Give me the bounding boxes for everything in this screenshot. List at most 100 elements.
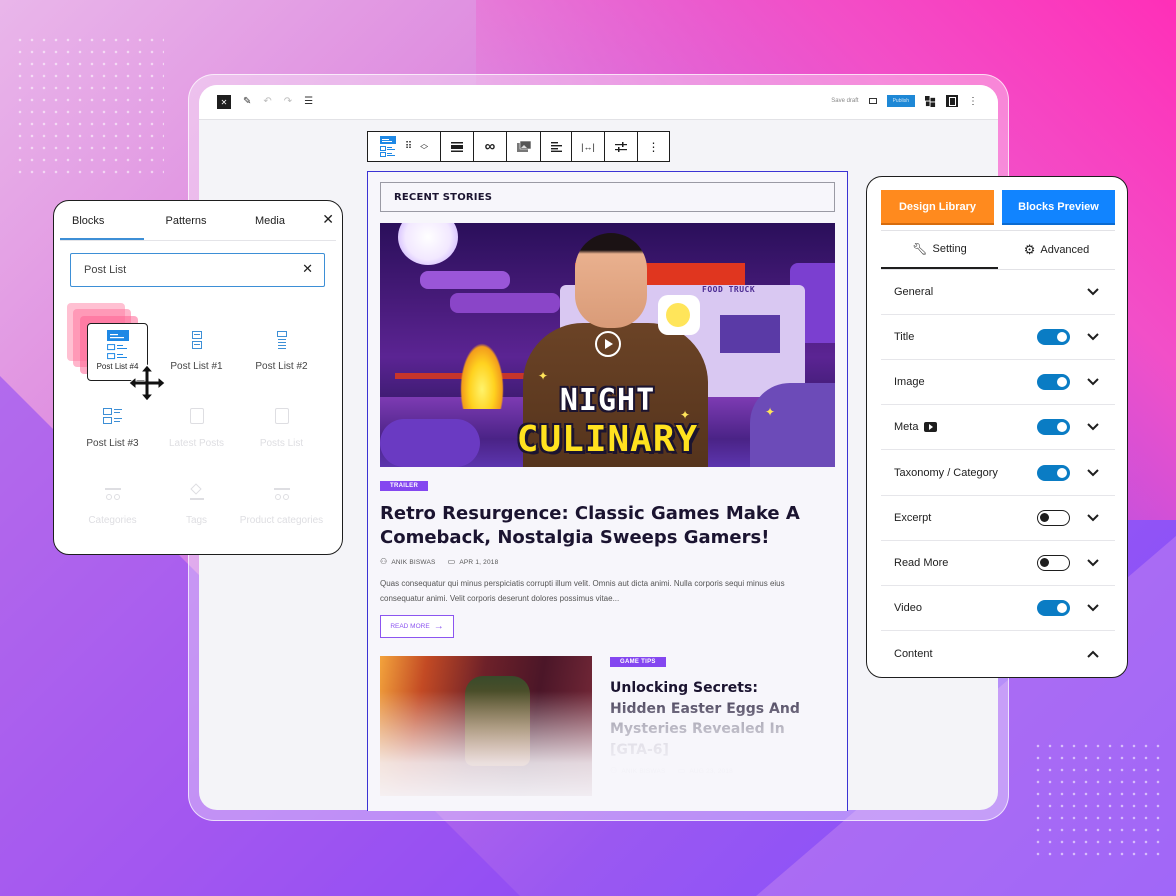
design-library-button[interactable]: Design Library	[881, 190, 994, 225]
post-title[interactable]: Retro Resurgence: Classic Games Make A C…	[380, 502, 820, 550]
block-item-tags[interactable]: Tags	[154, 483, 239, 526]
settings-row-general[interactable]: General	[881, 270, 1115, 315]
block-type-group: ⠿ ︿ ﹀	[368, 132, 441, 161]
user-icon: ⚇	[380, 557, 388, 566]
settings-row-excerpt[interactable]: Excerpt	[881, 496, 1115, 541]
move-cursor-icon	[128, 364, 166, 402]
chevron-down-icon[interactable]	[1085, 555, 1101, 571]
settings-row-video[interactable]: Video	[881, 586, 1115, 631]
block-item-post-list-1[interactable]: Post List #1	[154, 329, 239, 372]
chevron-up-icon[interactable]	[1085, 646, 1101, 662]
tab-media[interactable]: Media	[228, 201, 312, 240]
drag-handle-icon[interactable]: ⠿	[405, 141, 412, 152]
tab-advanced[interactable]: ⚙ Advanced	[998, 231, 1115, 269]
chevron-down-icon[interactable]	[1085, 374, 1101, 390]
play-video-icon[interactable]	[595, 331, 621, 357]
block-editor-logo-icon[interactable]	[925, 95, 936, 107]
post-date: ▭ APR 1, 2018	[447, 557, 499, 566]
block-item-product-categories[interactable]: Product categories	[239, 483, 324, 526]
image-title-night: NIGHT	[559, 383, 656, 418]
settings-row-taxonomy[interactable]: Taxonomy / Category	[881, 451, 1115, 496]
chevron-down-icon[interactable]	[1085, 329, 1101, 345]
excerpt-toggle[interactable]	[1037, 510, 1070, 526]
arrow-right-icon: →	[433, 621, 444, 632]
edit-pen-icon[interactable]: ✎	[243, 95, 251, 109]
decorative-dots	[14, 34, 164, 174]
moon-illustration	[398, 223, 458, 265]
publish-button[interactable]: Publish	[886, 95, 915, 107]
chevron-down-icon[interactable]	[1085, 600, 1101, 616]
block-item-categories[interactable]: Categories	[70, 483, 155, 526]
undo-icon[interactable]: ↶	[263, 95, 271, 109]
image-icon[interactable]	[507, 132, 541, 161]
post-author[interactable]: ⚇ANIK BISWAS	[380, 557, 436, 566]
wrench-icon: 🔧︎	[912, 242, 928, 256]
link-icon[interactable]: ∞	[474, 132, 507, 161]
align-full-icon[interactable]	[441, 132, 474, 161]
taxonomy-toggle[interactable]	[1037, 465, 1070, 481]
block-settings-panel: Design Library Blocks Preview 🔧︎ Setting…	[866, 176, 1128, 678]
featured-post-image[interactable]: FOOD TRUCK ✦ ✦ ✦ NIGHT CULINARY	[380, 223, 835, 467]
chevron-down-icon[interactable]	[1085, 510, 1101, 526]
settings-sidebar-icon[interactable]	[946, 95, 958, 107]
block-search-input[interactable]: Post List ✕	[70, 253, 325, 287]
wordpress-logo-icon[interactable]: ✕	[217, 95, 231, 109]
sparkle-icon: ✦	[538, 369, 549, 383]
video-tutorial-icon[interactable]	[924, 422, 938, 432]
truck-window	[720, 315, 780, 353]
posts-list-icon	[270, 406, 294, 430]
more-options-icon[interactable]: ⋮	[638, 132, 669, 161]
product-categories-icon	[270, 483, 294, 507]
video-toggle[interactable]	[1037, 600, 1070, 616]
chevron-down-icon[interactable]	[1085, 284, 1101, 300]
tab-blocks[interactable]: Blocks	[60, 201, 144, 240]
settings-sliders-icon[interactable]	[605, 132, 638, 161]
categories-icon	[101, 483, 125, 507]
cloud-illustration	[420, 271, 510, 289]
block-item-post-list-3[interactable]: Post List #3	[70, 406, 155, 449]
title-toggle[interactable]	[1037, 329, 1070, 345]
block-item-post-list-2[interactable]: Post List #2	[239, 329, 324, 372]
post-list-2-icon	[270, 329, 294, 353]
block-item-posts-list[interactable]: Posts List	[239, 406, 324, 449]
settings-row-image[interactable]: Image	[881, 360, 1115, 405]
text-align-icon[interactable]	[541, 132, 572, 161]
block-item-latest-posts[interactable]: Latest Posts	[154, 406, 239, 449]
category-badge[interactable]: TRAILER	[380, 481, 429, 491]
close-icon[interactable]: ✕	[322, 211, 334, 228]
chevron-down-icon[interactable]	[1085, 465, 1101, 481]
read-more-toggle[interactable]	[1037, 555, 1070, 571]
tab-setting[interactable]: 🔧︎ Setting	[881, 231, 998, 269]
tab-patterns[interactable]: Patterns	[144, 201, 228, 240]
settings-row-title[interactable]: Title	[881, 315, 1115, 360]
settings-row-meta[interactable]: Meta	[881, 405, 1115, 450]
width-icon[interactable]: |↔|	[572, 132, 605, 161]
section-heading[interactable]: RECENT STORIES	[380, 182, 835, 212]
decorative-dots	[1032, 740, 1162, 860]
latest-posts-icon	[185, 406, 209, 430]
redo-icon[interactable]: ↷	[284, 95, 292, 109]
post-list-block-icon[interactable]	[379, 135, 396, 158]
move-up-down-icon[interactable]: ︿ ﹀	[420, 139, 428, 154]
settings-tabs: 🔧︎ Setting ⚙ Advanced	[881, 230, 1115, 270]
post-excerpt: Quas consequatur qui minus perspiciatis …	[380, 579, 785, 603]
clear-search-icon[interactable]: ✕	[302, 261, 313, 277]
inserter-tabs: Blocks Patterns Media	[60, 201, 336, 241]
category-badge[interactable]: GAME TIPS	[610, 657, 666, 667]
settings-row-read-more[interactable]: Read More	[881, 541, 1115, 586]
blocks-preview-button[interactable]: Blocks Preview	[1002, 190, 1115, 225]
save-draft-button[interactable]: Save draft	[831, 98, 858, 104]
more-options-icon[interactable]: ⋮	[968, 96, 978, 107]
settings-row-content[interactable]: Content	[881, 631, 1115, 676]
calendar-icon: ▭	[447, 557, 456, 566]
read-more-button[interactable]: READ MORE →	[380, 615, 454, 638]
chevron-down-icon[interactable]	[1085, 419, 1101, 435]
image-toggle[interactable]	[1037, 374, 1070, 390]
preview-icon[interactable]	[868, 98, 877, 104]
list-view-icon[interactable]: ☰	[304, 95, 313, 109]
editor-top-bar: ✕ ✎ ↶ ↷ ☰ Save draft Publish ⋮	[199, 85, 998, 120]
meta-toggle[interactable]	[1037, 419, 1070, 435]
post-list-1-icon	[185, 329, 209, 353]
gear-icon: ⚙	[1023, 242, 1036, 257]
post-list-block[interactable]: RECENT STORIES FOOD TRUCK ✦ ✦ ✦ NIGHT CU…	[367, 171, 848, 811]
